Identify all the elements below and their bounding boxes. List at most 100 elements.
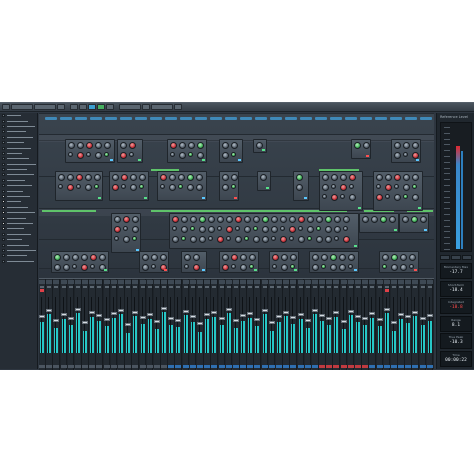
knob-control[interactable] — [170, 152, 175, 157]
mixer-channel[interactable] — [153, 279, 161, 370]
channel-header[interactable] — [67, 280, 74, 284]
plugin-module[interactable] — [111, 213, 141, 253]
channel-header[interactable] — [347, 280, 354, 284]
mixer-channel[interactable] — [67, 279, 75, 370]
knob-control[interactable] — [312, 264, 319, 271]
channel-fader[interactable] — [118, 309, 124, 312]
mixer-channel[interactable] — [247, 279, 254, 370]
rack-header-button[interactable] — [345, 117, 357, 120]
mixer-channel[interactable] — [110, 279, 118, 370]
channel-fader[interactable] — [204, 313, 211, 316]
knob-control[interactable] — [208, 236, 213, 241]
channel-fader[interactable] — [304, 319, 311, 322]
knob-control[interactable] — [391, 254, 398, 261]
channel-header[interactable] — [125, 280, 132, 284]
channel-name-strip[interactable] — [297, 365, 304, 368]
knob-control[interactable] — [394, 184, 399, 189]
knob-control[interactable] — [160, 174, 167, 181]
knob-control[interactable] — [179, 152, 186, 159]
checkbox[interactable] — [2, 238, 5, 242]
rack-header-button[interactable] — [105, 117, 117, 120]
solo-button[interactable] — [262, 286, 267, 288]
knob-control[interactable] — [391, 264, 398, 271]
channel-header[interactable] — [168, 280, 175, 284]
solo-button[interactable] — [147, 286, 152, 288]
solo-button[interactable] — [255, 286, 260, 288]
channel-fader[interactable] — [390, 321, 397, 324]
channel-header[interactable] — [232, 280, 239, 284]
knob-control[interactable] — [412, 184, 417, 189]
knob-control[interactable] — [312, 254, 319, 261]
solo-button[interactable] — [119, 286, 123, 288]
knob-control[interactable] — [68, 142, 75, 149]
knob-control[interactable] — [260, 174, 267, 181]
channel-name-strip[interactable] — [110, 365, 117, 368]
mixer-channel[interactable] — [103, 279, 111, 370]
knob-control[interactable] — [289, 236, 294, 241]
channel-name-strip[interactable] — [211, 365, 218, 368]
channel-header[interactable] — [82, 280, 89, 284]
channel-header[interactable] — [405, 280, 412, 284]
solo-button[interactable] — [90, 286, 95, 288]
channel-header[interactable] — [204, 280, 211, 284]
mixer-channel[interactable] — [39, 279, 46, 370]
knob-control[interactable] — [412, 152, 419, 159]
checkbox[interactable] — [2, 114, 5, 118]
rack-header-button[interactable] — [120, 117, 132, 120]
channel-name-strip[interactable] — [161, 365, 168, 368]
knob-control[interactable] — [403, 194, 408, 199]
solo-button[interactable] — [420, 286, 425, 288]
plugin-module[interactable] — [65, 139, 115, 163]
knob-control[interactable] — [170, 142, 177, 149]
knob-control[interactable] — [178, 174, 185, 181]
solo-button[interactable] — [269, 286, 274, 288]
knob-control[interactable] — [290, 254, 297, 261]
plugin-module[interactable] — [157, 171, 207, 201]
channel-fader[interactable] — [153, 320, 160, 324]
channel-fader[interactable] — [398, 313, 405, 316]
channel-name-strip[interactable] — [53, 365, 60, 368]
mixer-channel[interactable] — [419, 279, 427, 370]
knob-control[interactable] — [403, 142, 410, 149]
toolbar-button[interactable] — [34, 104, 56, 110]
knob-control[interactable] — [322, 184, 329, 191]
mixer-channel[interactable] — [82, 279, 89, 370]
checkbox[interactable] — [2, 157, 5, 161]
solo-button[interactable] — [370, 286, 375, 288]
channel-header[interactable] — [355, 280, 361, 284]
knob-control[interactable] — [307, 236, 312, 241]
channel-fader[interactable] — [405, 315, 412, 319]
mixer-channel[interactable] — [182, 279, 190, 370]
knob-control[interactable] — [169, 184, 176, 191]
knob-control[interactable] — [172, 216, 179, 223]
channel-name-strip[interactable] — [39, 365, 45, 368]
knob-control[interactable] — [240, 264, 247, 271]
knob-control[interactable] — [197, 142, 204, 149]
channel-header[interactable] — [419, 280, 426, 284]
knob-control[interactable] — [54, 254, 61, 261]
solo-button[interactable] — [284, 286, 289, 288]
checkbox[interactable] — [2, 146, 5, 150]
channel-header[interactable] — [46, 280, 53, 284]
knob-control[interactable] — [420, 216, 427, 223]
mixer-channel[interactable] — [376, 279, 384, 370]
mixer-channel[interactable] — [362, 279, 369, 370]
channel-header[interactable] — [118, 280, 124, 284]
channel-name-strip[interactable] — [268, 365, 275, 368]
knob-control[interactable] — [240, 254, 247, 261]
channel-fader[interactable] — [189, 315, 196, 318]
rack-header-button[interactable] — [315, 117, 327, 120]
mixer-channel[interactable] — [390, 279, 398, 370]
knob-control[interactable] — [348, 264, 353, 269]
knob-control[interactable] — [132, 236, 137, 241]
channel-fader[interactable] — [290, 316, 297, 320]
knob-control[interactable] — [104, 142, 111, 149]
rack-header-button[interactable] — [135, 117, 147, 120]
mixer-channel[interactable] — [311, 279, 319, 370]
checkbox[interactable] — [2, 211, 5, 215]
knob-control[interactable] — [412, 194, 419, 201]
channel-fader[interactable] — [53, 319, 60, 322]
knob-control[interactable] — [262, 216, 269, 223]
channel-fader[interactable] — [240, 313, 247, 317]
knob-control[interactable] — [172, 226, 177, 231]
